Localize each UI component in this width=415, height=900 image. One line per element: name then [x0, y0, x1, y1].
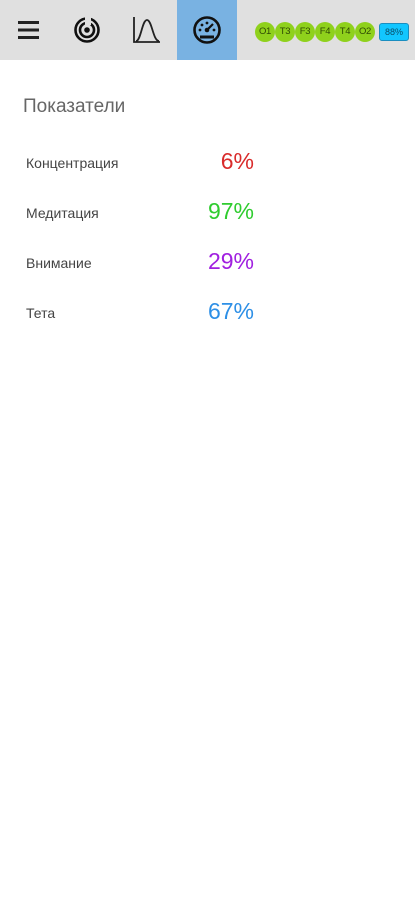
metric-row-theta: Тета 67% — [26, 298, 254, 328]
target-icon — [74, 16, 100, 43]
peak-curve-icon — [133, 17, 160, 43]
electrode-o2: O2 — [355, 22, 375, 42]
electrode-f3: F3 — [295, 22, 315, 42]
peak-curve-tab[interactable] — [118, 0, 176, 60]
metric-label: Медитация — [26, 205, 99, 221]
metric-row-concentration: Концентрация 6% — [26, 148, 254, 178]
metric-value: 29% — [207, 248, 254, 274]
top-toolbar: O1 T3 F3 F4 T4 O2 88% — [0, 0, 415, 60]
gauge-icon — [193, 16, 221, 44]
battery-indicator: 88% — [379, 23, 409, 41]
electrode-o1: O1 — [255, 22, 275, 42]
electrode-f4: F4 — [315, 22, 335, 42]
electrode-t3: T3 — [275, 22, 295, 42]
menu-icon — [18, 21, 39, 39]
electrode-t4: T4 — [335, 22, 355, 42]
metric-value: 97% — [207, 198, 254, 224]
metric-row-attention: Внимание 29% — [26, 248, 254, 278]
metric-value: 67% — [207, 298, 254, 324]
electrode-status: O1 T3 F3 F4 T4 O2 88% — [255, 22, 409, 42]
metric-row-meditation: Медитация 97% — [26, 198, 254, 228]
menu-button[interactable] — [0, 0, 58, 60]
metric-label: Концентрация — [26, 155, 119, 171]
target-tab[interactable] — [58, 0, 116, 60]
page-title: Показатели — [23, 96, 126, 117]
gauge-tab[interactable] — [177, 0, 237, 60]
metric-value: 6% — [220, 148, 254, 174]
metric-label: Внимание — [26, 255, 92, 271]
metric-label: Тета — [26, 305, 56, 321]
